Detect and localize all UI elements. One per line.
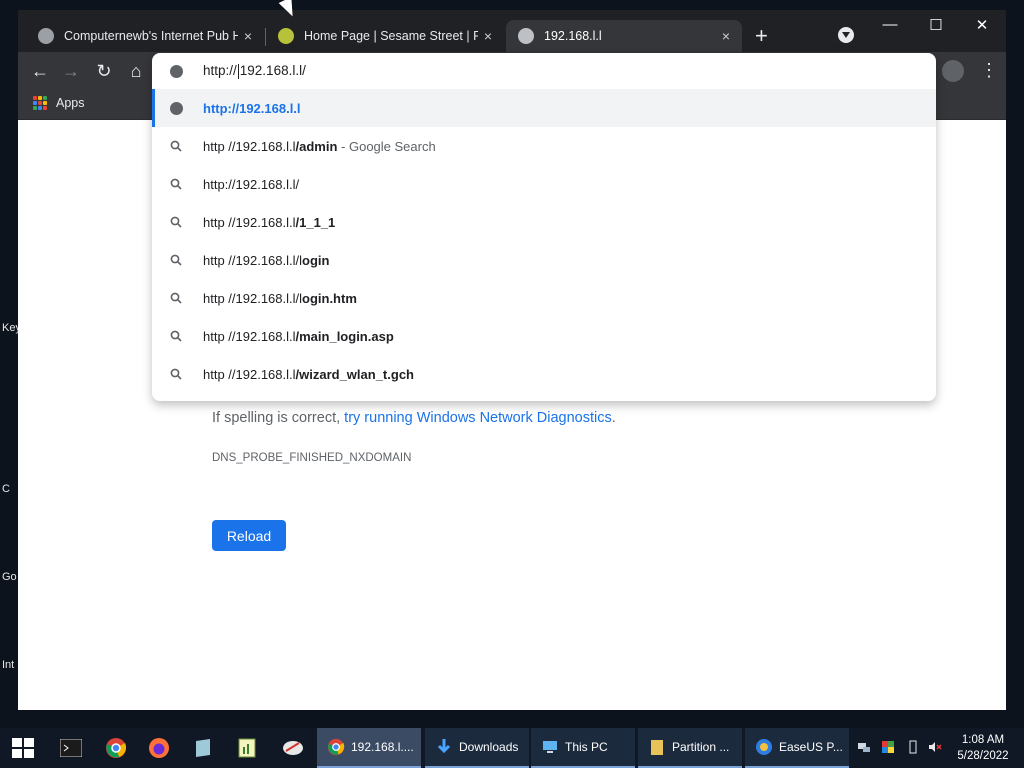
suggestion-text: http://192.168.l.l bbox=[203, 100, 301, 116]
suggestion-match: ogin bbox=[302, 252, 330, 268]
apps-bookmark[interactable]: Apps bbox=[56, 96, 85, 110]
spelling-hint: If spelling is correct, try running Wind… bbox=[212, 410, 616, 426]
site-favicon-icon bbox=[38, 28, 54, 44]
forward-button[interactable]: → bbox=[59, 60, 83, 82]
notes-app-icon[interactable] bbox=[191, 736, 215, 760]
maximize-button[interactable]: ☐ bbox=[913, 16, 959, 34]
error-code: DNS_PROBE_FINISHED_NXDOMAIN bbox=[212, 452, 412, 464]
start-button[interactable] bbox=[12, 738, 34, 758]
hint-text: If spelling is correct, bbox=[212, 410, 345, 426]
suggestion-plain: http //192.168.l.l bbox=[203, 328, 296, 344]
home-button[interactable]: ⌂ bbox=[124, 60, 148, 82]
tab-title: Computernewb's Internet Pub Ho bbox=[64, 29, 238, 43]
new-tab-button[interactable]: + bbox=[755, 25, 768, 47]
color-app-tray-icon[interactable] bbox=[881, 740, 895, 754]
close-tab-icon[interactable]: × bbox=[238, 28, 258, 44]
chrome-icon[interactable] bbox=[104, 736, 128, 760]
task-label: EaseUS P... bbox=[779, 740, 843, 754]
clock-date: 5/28/2022 bbox=[957, 750, 1009, 762]
suggestion-row[interactable]: http //192.168.l.l/wizard_wlan_t.gch bbox=[152, 355, 936, 393]
sesame-favicon-icon bbox=[278, 28, 294, 44]
taskbar-this-pc-window[interactable]: This PC bbox=[531, 728, 635, 768]
desktop-icon-label[interactable]: Key bbox=[2, 322, 18, 334]
globe-icon bbox=[169, 64, 183, 78]
task-label: Downloads bbox=[459, 740, 519, 754]
diagnostics-link[interactable]: try running bbox=[344, 410, 413, 426]
globe-icon bbox=[518, 28, 534, 44]
suggestion-match: ogin.htm bbox=[302, 290, 357, 306]
suggestion-plain: http //192.168.l.l bbox=[203, 138, 296, 154]
suggestion-suffix: - Google Search bbox=[337, 138, 436, 154]
close-tab-icon[interactable]: × bbox=[478, 28, 498, 44]
suggestion-plain: http //192.168.l.l bbox=[203, 214, 296, 230]
reload-page-button[interactable]: Reload bbox=[212, 520, 286, 551]
close-window-button[interactable]: ✕ bbox=[959, 16, 1005, 34]
taskbar-downloads-window[interactable]: Downloads bbox=[425, 728, 529, 768]
suggestion-row[interactable]: http //192.168.l.l/admin - Google Search bbox=[152, 127, 936, 165]
diagnostics-link-text[interactable]: Windows Network Diagnostics bbox=[417, 410, 612, 426]
menu-kebab-icon[interactable]: ⋮ bbox=[980, 60, 998, 81]
apps-grid-icon[interactable] bbox=[33, 96, 47, 110]
tab-computernewb[interactable]: Computernewb's Internet Pub Ho × bbox=[26, 20, 264, 52]
firefox-icon[interactable] bbox=[147, 736, 171, 760]
taskbar-chrome-window[interactable]: 192.168.l.... bbox=[317, 728, 421, 768]
suggestion-match: /1_1_1 bbox=[295, 214, 336, 230]
suggestion-plain: http //192.168.l.l/l bbox=[203, 252, 303, 268]
suggestion-row[interactable]: http //192.168.l.l/1_1_1 bbox=[152, 203, 936, 241]
taskbar-partition-window[interactable]: Partition ... bbox=[638, 728, 742, 768]
task-label: Partition ... bbox=[672, 740, 730, 754]
tab-title: Home Page | Sesame Street | PBS bbox=[304, 29, 478, 43]
search-icon bbox=[169, 367, 183, 381]
suggestion-match: /admin bbox=[295, 138, 338, 154]
search-icon bbox=[169, 139, 183, 153]
system-clock[interactable]: 1:08 AM 5/28/2022 bbox=[950, 732, 1016, 764]
drawing-app-icon[interactable] bbox=[281, 736, 305, 760]
address-prefix: http:// bbox=[203, 63, 237, 79]
suggestion-match: /wizard_wlan_t.gch bbox=[295, 366, 414, 382]
globe-icon bbox=[169, 101, 183, 115]
tab-sesame-street[interactable]: Home Page | Sesame Street | PBS × bbox=[266, 20, 504, 52]
desktop-icon-label[interactable]: Go bbox=[2, 571, 18, 583]
terminal-icon[interactable] bbox=[59, 736, 83, 760]
task-label: 192.168.l.... bbox=[351, 740, 414, 754]
profile-avatar-icon[interactable] bbox=[942, 60, 964, 82]
search-icon bbox=[169, 253, 183, 267]
close-tab-icon[interactable]: × bbox=[716, 28, 736, 44]
suggestion-plain: http://192.168.l.l/ bbox=[203, 176, 300, 192]
suggestion-row[interactable]: http //192.168.l.l/login bbox=[152, 241, 936, 279]
suggestion-plain: http //192.168.l.l bbox=[203, 366, 296, 382]
suggestion-row[interactable]: http://192.168.l.l/ bbox=[152, 165, 936, 203]
text-caret bbox=[237, 63, 239, 79]
suggestion-match: /main_login.asp bbox=[295, 328, 394, 344]
search-icon bbox=[169, 291, 183, 305]
address-bar-input[interactable]: http://192.168.l.l/ bbox=[152, 53, 936, 89]
tab-search-icon[interactable] bbox=[838, 27, 854, 43]
tab-strip: Computernewb's Internet Pub Ho × Home Pa… bbox=[18, 10, 1006, 52]
suggestion-plain: http //192.168.l.l/l bbox=[203, 290, 303, 306]
suggestion-row[interactable]: http //192.168.l.l/login.htm bbox=[152, 279, 936, 317]
minimize-button[interactable]: — bbox=[867, 16, 913, 33]
spreadsheet-app-icon[interactable] bbox=[235, 736, 259, 760]
search-icon bbox=[169, 215, 183, 229]
taskbar-easeus-window[interactable]: EaseUS P... bbox=[745, 728, 849, 768]
suggestion-row-selected[interactable]: http://192.168.l.l bbox=[152, 89, 936, 127]
tab-title: 192.168.l.l bbox=[544, 29, 602, 43]
suggestion-row[interactable]: http //192.168.l.l/main_login.asp bbox=[152, 317, 936, 355]
omnibox-dropdown: http://192.168.l.l/ http://192.168.l.l h… bbox=[152, 53, 936, 401]
taskbar: 192.168.l.... Downloads This PC Partitio… bbox=[0, 728, 1024, 768]
usb-device-icon[interactable] bbox=[906, 740, 920, 754]
tab-192-168[interactable]: 192.168.l.l × bbox=[506, 20, 742, 52]
back-button[interactable]: ← bbox=[28, 60, 52, 82]
desktop-icon-label[interactable]: Int bbox=[2, 659, 18, 671]
search-icon bbox=[169, 329, 183, 343]
search-icon bbox=[169, 177, 183, 191]
hint-end: . bbox=[611, 410, 616, 426]
task-label: This PC bbox=[565, 740, 608, 754]
clock-time: 1:08 AM bbox=[961, 734, 1005, 746]
reload-button[interactable]: ↻ bbox=[92, 60, 116, 82]
address-suffix: 192.168.l.l/ bbox=[239, 63, 306, 79]
desktop-icon-label[interactable]: C bbox=[2, 483, 18, 495]
network-icon[interactable] bbox=[857, 740, 871, 754]
volume-muted-icon[interactable] bbox=[928, 740, 942, 754]
